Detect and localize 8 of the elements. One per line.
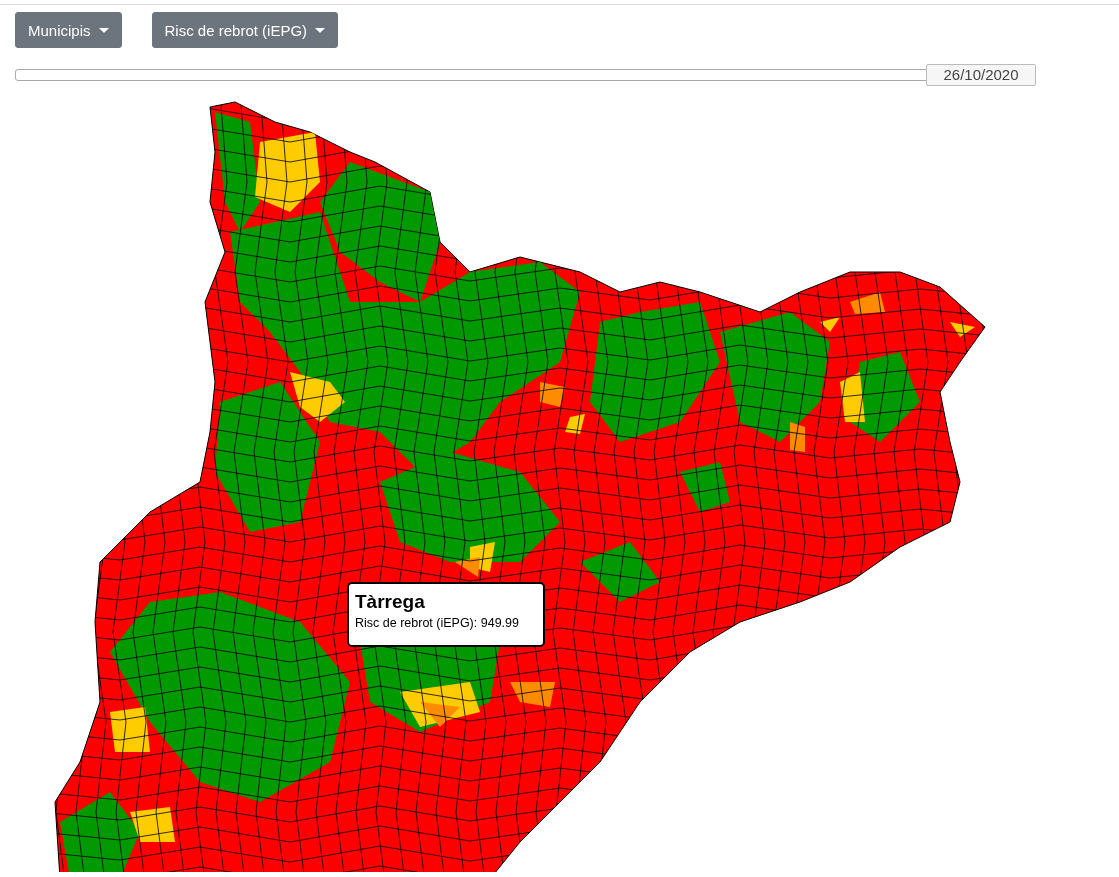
tooltip-text: Risc de rebrot (iEPG): 949.99 — [355, 616, 520, 630]
slider-handle[interactable]: 26/10/2020 — [926, 63, 1036, 86]
dropdown-button[interactable]: Risc de rebrot (iEPG) — [151, 12, 339, 48]
dropdown-button[interactable]: Municipis — [15, 12, 122, 48]
caret-icon — [98, 27, 109, 33]
caret-icon — [315, 27, 326, 33]
timeline-slider[interactable]: 26/10/2020 — [15, 63, 1036, 86]
tooltip-title: Tàrrega — [355, 591, 426, 613]
